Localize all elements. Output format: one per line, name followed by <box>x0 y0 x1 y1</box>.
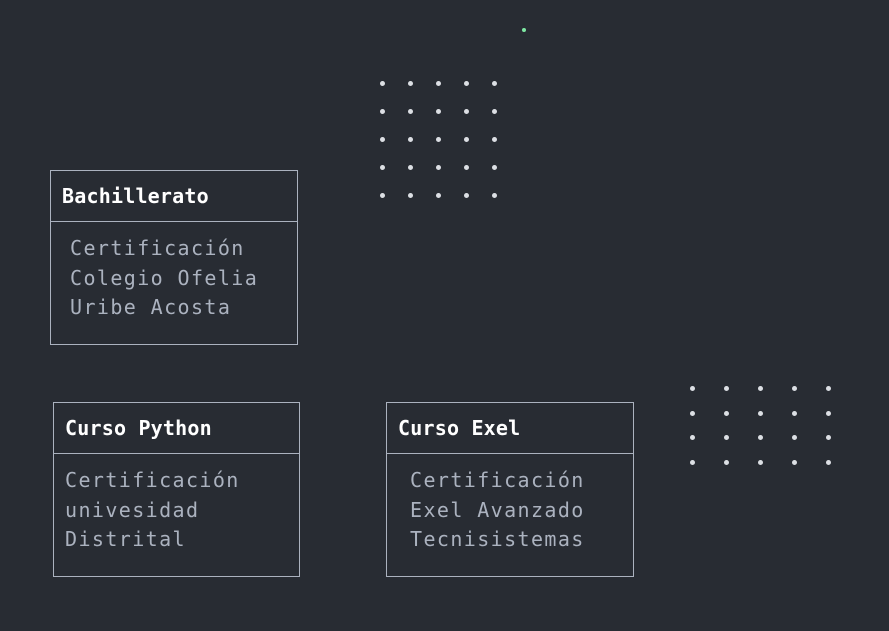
dot <box>690 386 695 391</box>
card-line: Exel Avanzado <box>410 497 585 522</box>
dot <box>724 410 729 416</box>
dot <box>792 459 797 465</box>
card-body: Certificación Exel Avanzado Tecnisistema… <box>387 454 633 555</box>
dot <box>792 410 797 416</box>
dot <box>690 435 695 440</box>
card-line: Uribe Acosta <box>70 295 232 319</box>
dot <box>724 459 729 465</box>
dot <box>758 459 763 465</box>
dot <box>758 410 763 416</box>
card-title: Bachillerato <box>51 171 297 222</box>
card-line: Certificación <box>65 468 240 492</box>
card-line: univesidad <box>65 497 200 522</box>
dot-grid-decoration <box>690 386 831 465</box>
dot <box>408 193 413 198</box>
dot <box>464 165 469 170</box>
card-line: Certificación <box>70 236 245 260</box>
card-body: Certificación Colegio Ofelia Uribe Acost… <box>51 222 297 323</box>
dot <box>408 137 413 142</box>
dot <box>464 193 469 198</box>
education-card-exel: Curso Exel Certificación Exel Avanzado T… <box>386 402 634 577</box>
card-line: Certificación <box>410 468 585 492</box>
education-card-bachillerato: Bachillerato Certificación Colegio Ofeli… <box>50 170 298 345</box>
dot <box>408 81 413 86</box>
accent-dot <box>522 28 526 32</box>
card-title: Curso Exel <box>387 403 633 454</box>
dot <box>380 137 385 142</box>
dot <box>408 109 413 114</box>
education-card-python: Curso Python Certificación univesidad Di… <box>53 402 300 577</box>
dot <box>436 81 441 86</box>
dot <box>690 410 695 416</box>
dot <box>826 386 831 391</box>
dot <box>436 109 441 114</box>
dot <box>492 109 497 114</box>
dot <box>436 193 441 198</box>
dot <box>436 137 441 142</box>
dot <box>492 81 497 86</box>
dot <box>380 81 385 86</box>
card-body: Certificación univesidad Distrital <box>54 454 299 555</box>
dot <box>380 109 385 114</box>
dot-grid-decoration <box>380 81 497 198</box>
dot <box>826 435 831 440</box>
dot <box>792 435 797 440</box>
dot <box>492 165 497 170</box>
dot <box>464 109 469 114</box>
dot <box>436 165 441 170</box>
dot <box>464 81 469 86</box>
dot <box>492 137 497 142</box>
card-line: Distrital <box>65 527 186 551</box>
card-title: Curso Python <box>54 403 299 454</box>
dot <box>758 386 763 391</box>
card-line: Tecnisistemas <box>410 527 585 551</box>
dot <box>826 410 831 416</box>
dot <box>464 137 469 142</box>
dot <box>690 459 695 465</box>
card-line: Colegio Ofelia <box>70 265 259 290</box>
dot <box>792 386 797 391</box>
dot <box>380 193 385 198</box>
dot <box>724 435 729 440</box>
dot <box>724 386 729 391</box>
dot <box>408 165 413 170</box>
dot <box>380 165 385 170</box>
dot <box>826 459 831 465</box>
dot <box>758 435 763 440</box>
dot <box>492 193 497 198</box>
